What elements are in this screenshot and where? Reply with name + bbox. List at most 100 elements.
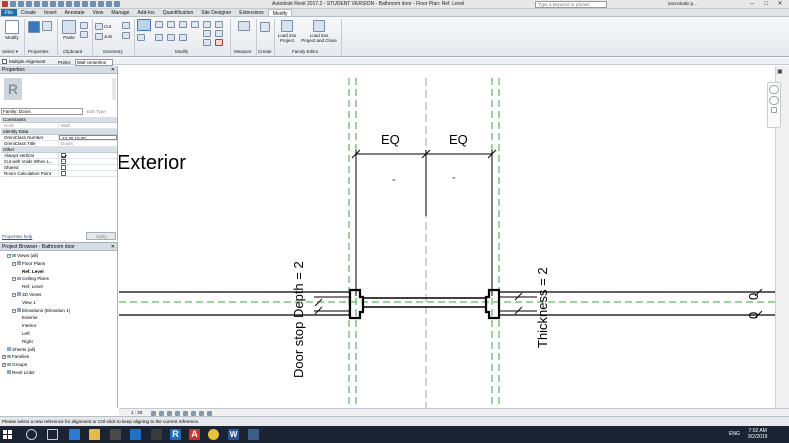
undo-icon[interactable] [26,1,32,7]
tree-toggle-icon[interactable]: − [12,261,16,266]
zero-dimension-label[interactable]: 0 [746,312,761,319]
delete-icon[interactable] [215,39,223,46]
exterior-label[interactable]: Exterior [119,152,186,175]
save-icon[interactable] [18,1,24,7]
room-calculation-point-checkbox[interactable] [61,171,66,176]
tree-toggle-icon[interactable]: − [12,292,16,297]
multiple-alignment-checkbox[interactable] [2,59,7,64]
array-icon[interactable] [203,30,211,37]
move-icon[interactable] [137,34,145,41]
close-view-icon[interactable]: ▣ [777,68,783,75]
apply-button[interactable]: Apply [86,232,116,240]
type-properties-icon[interactable] [42,21,52,31]
customize-qat-icon[interactable] [114,1,120,7]
edit-type-button[interactable]: Edit Type [87,109,106,114]
redo-icon[interactable] [34,1,40,7]
trim-icon[interactable] [179,34,187,41]
thickness-dimension[interactable] [499,292,537,315]
file-explorer-icon[interactable] [89,429,100,440]
mail-icon[interactable] [130,429,141,440]
keyword-search-input[interactable]: Type a keyword or phrase [535,1,607,8]
close-icon[interactable]: ✕ [111,244,115,250]
tab-annotate[interactable]: Annotate [61,9,89,16]
tree-item[interactable]: − Views (all) [0,252,118,260]
word-icon[interactable]: W [228,429,239,440]
tree-toggle-icon[interactable]: − [12,277,16,282]
tab-file[interactable]: File [1,9,18,16]
maximize-button[interactable]: □ [759,0,773,8]
panel-label-select[interactable]: Select ▾ [2,49,18,55]
floor-plan-drawing[interactable]: = = [119,66,775,408]
match-type-icon[interactable] [80,31,88,38]
tree-toggle-icon[interactable]: − [12,308,16,313]
tab-view[interactable]: View [89,9,108,16]
properties-help-link[interactable]: Properties help [2,234,32,239]
tab-create[interactable]: Create [17,9,40,16]
type-selector-scrollbar[interactable] [112,78,116,100]
sun-path-icon[interactable] [167,410,172,416]
tag-icon[interactable] [58,1,64,7]
tree-item[interactable]: Ref. Level [0,268,118,276]
family-dropdown[interactable]: Family: Doors [1,107,83,115]
section-icon[interactable] [82,1,88,7]
cut-button[interactable]: Cut [95,23,111,30]
close-button[interactable]: ✕ [773,0,787,8]
reveal-hidden-icon[interactable] [207,410,212,416]
shared-checkbox[interactable] [61,165,66,170]
nav-bar-options-icon[interactable] [771,107,777,113]
tab-manage[interactable]: Manage [107,9,133,16]
system-clock[interactable]: 7:02 AM 9/2/2019 [748,428,767,440]
tab-quantification[interactable]: Quantification [159,9,198,16]
drawing-area[interactable]: = = Exterior EQ EQ Door stop Depth = 2 T… [119,66,775,408]
eq-dimension[interactable] [351,149,497,296]
unpin-icon[interactable] [215,21,223,28]
tree-item[interactable]: Left [0,330,118,338]
offset-icon[interactable] [155,21,163,28]
tree-item[interactable]: Right [0,338,118,346]
omniclass-number-field[interactable]: 23.30.10.00 [59,135,117,140]
view-scale[interactable]: 1 : 20 [131,410,142,415]
tree-item[interactable]: Ref. Level [0,283,118,291]
minimize-button[interactable]: – [745,0,759,8]
reference-tag[interactable]: = [392,178,396,184]
tree-item[interactable]: + Groups [0,361,118,369]
tree-toggle-icon[interactable]: + [2,355,6,360]
search-icon[interactable] [26,429,37,440]
copy-icon[interactable] [80,22,88,29]
tree-item[interactable]: Exterior [0,314,118,322]
wall-lines[interactable] [119,291,775,316]
language-indicator[interactable]: ENG [729,431,740,437]
print-icon[interactable] [42,1,48,7]
property-row[interactable]: Room Calculation Point [1,171,117,177]
zero-dimension-label[interactable]: 0 [746,293,761,300]
tab-add-ins[interactable]: Add-Ins [133,9,158,16]
load-into-project-close-button[interactable]: Load into Project and Close [299,20,339,43]
tree-item[interactable]: Revit Links [0,369,118,377]
door-stop-dimension[interactable] [314,296,350,315]
store-icon[interactable] [110,429,121,440]
tab-modify[interactable]: Modify [267,9,293,17]
tree-item[interactable]: − Ceiling Plans [0,275,118,283]
photos-icon[interactable] [248,429,259,440]
steering-wheel-icon[interactable] [769,85,779,94]
load-into-project-button[interactable]: Load into Project [276,20,298,43]
detail-level-icon[interactable] [151,410,156,416]
acrobat-icon[interactable]: A [189,429,200,440]
revit-app-icon[interactable] [2,1,8,7]
eq-label-left[interactable]: EQ [381,132,400,147]
edge-icon[interactable] [69,429,80,440]
shadows-icon[interactable] [175,410,180,416]
measure-button[interactable] [235,21,253,32]
app-icon[interactable] [151,429,162,440]
open-icon[interactable] [10,1,16,7]
tree-item[interactable]: − Floor Plans [0,260,118,268]
visual-style-icon[interactable] [159,410,164,416]
prefer-dropdown[interactable]: Wall centerline [74,59,114,66]
tab-insert[interactable]: Insert [40,9,61,16]
text-icon[interactable] [66,1,72,7]
scale-icon[interactable] [203,39,211,46]
close-icon[interactable]: ✕ [111,67,115,73]
switch-windows-icon[interactable] [106,1,112,7]
mirror-axis-icon[interactable] [167,21,175,28]
tree-item[interactable]: − 3D Views [0,291,118,299]
